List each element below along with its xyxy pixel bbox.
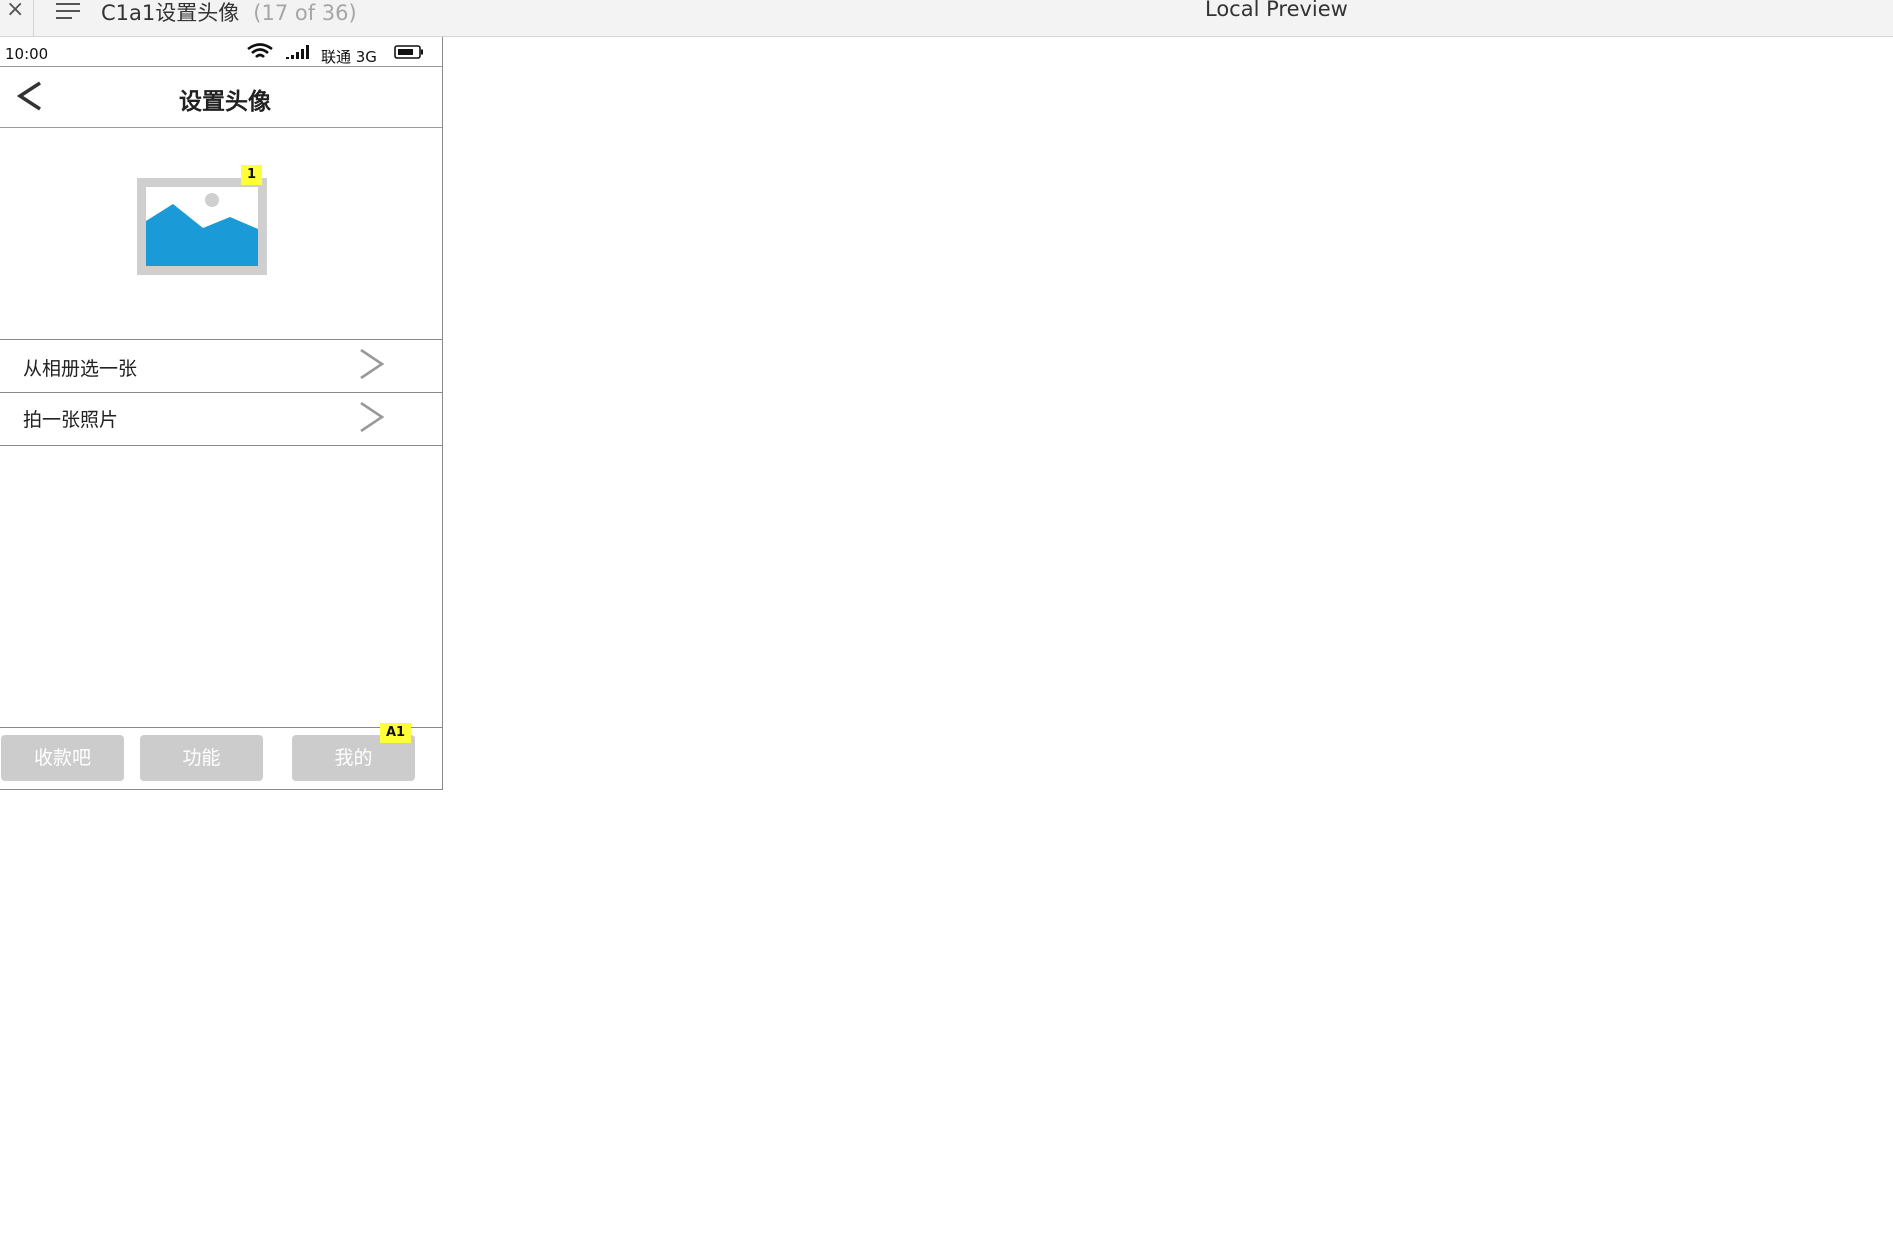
navigation-bar: 设置头像 <box>0 67 442 128</box>
carrier-label: 联通 3G <box>321 48 377 66</box>
wifi-icon <box>247 43 273 58</box>
status-time: 10:00 <box>5 45 49 63</box>
preview-toolbar: × C1a1设置头像 (17 of 36) Local Preview <box>0 0 1893 37</box>
tab-functions[interactable]: 功能 <box>140 735 263 781</box>
status-bar: 10:00 联通 3G <box>0 37 442 67</box>
screen-title: 设置头像 <box>179 89 271 115</box>
choose-from-album-option[interactable]: 从相册选一张 <box>0 340 442 393</box>
phone-screen: 10:00 联通 3G 设置头像 1 从相册选一张 拍一张照片 收款吧 功能 我… <box>0 37 443 790</box>
preview-label: Local Preview <box>1205 0 1348 21</box>
signal-icon <box>286 45 309 59</box>
image-placeholder-icon <box>137 178 267 275</box>
annotation-badge: A1 <box>380 723 411 743</box>
take-photo-option[interactable]: 拍一张照片 <box>0 393 442 446</box>
annotation-badge: 1 <box>241 165 262 185</box>
toolbar-divider <box>33 0 34 36</box>
chevron-right-icon <box>360 401 385 433</box>
chevron-right-icon <box>360 348 385 380</box>
option-label: 从相册选一张 <box>23 358 138 380</box>
close-icon[interactable]: × <box>6 0 24 22</box>
page-name: C1a1设置头像 <box>101 1 240 25</box>
battery-icon <box>394 45 423 59</box>
avatar-image-placeholder[interactable] <box>137 178 267 275</box>
tab-payment[interactable]: 收款吧 <box>1 735 124 781</box>
tab-bar-divider <box>0 727 442 728</box>
hamburger-menu-icon[interactable] <box>56 1 80 21</box>
page-count: (17 of 36) <box>253 1 357 25</box>
page-title: C1a1设置头像 (17 of 36) <box>101 0 357 27</box>
option-label: 拍一张照片 <box>23 409 119 431</box>
